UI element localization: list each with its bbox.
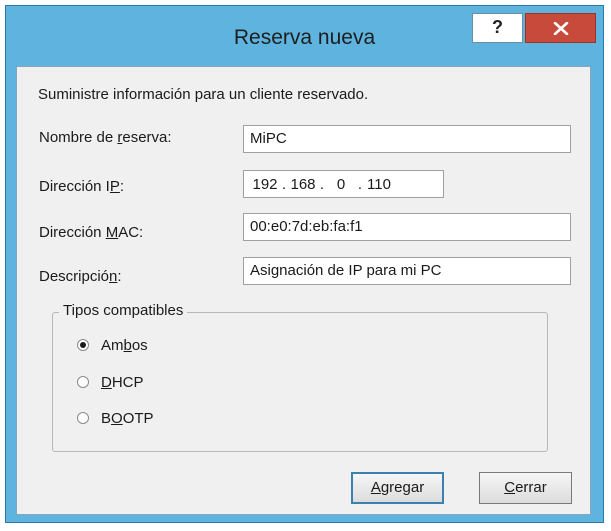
mac-label: Dirección MAC: [39,224,144,241]
dialog-client-area: Suministre información para un cliente r… [16,66,591,515]
help-icon: ? [492,17,503,37]
title-bar[interactable]: Reserva nueva ? [6,6,603,66]
radio-bootp[interactable]: BOOTP [77,407,154,429]
ip-octet-4[interactable]: 110 [366,176,392,193]
descripcion-label: Descripción: [39,268,122,285]
nombre-label: Nombre de reserva: [39,129,172,146]
ip-octet-1[interactable]: 192 [252,176,278,193]
radio-icon[interactable] [77,339,89,351]
help-button[interactable]: ? [472,13,523,43]
radio-bootp-label: BOOTP [101,409,154,427]
tipos-compatibles-group: Tipos compatibles Ambos DHCP BOOTP [52,302,548,452]
radio-ambos-label: Ambos [101,336,148,354]
mac-input[interactable]: 00:e0:7d:eb:fa:f1 [243,213,571,241]
ip-octet-3[interactable]: 0 [328,176,354,193]
descripcion-input[interactable]: Asignación de IP para mi PC [243,257,571,285]
ip-octet-2[interactable]: 168 [290,176,316,193]
ip-separator: . [281,175,287,193]
ip-address-input[interactable]: 192 . 168 . 0 . 110 [243,170,444,198]
instruction-text: Suministre información para un cliente r… [38,86,369,103]
group-legend: Tipos compatibles [59,302,188,319]
radio-ambos[interactable]: Ambos [77,334,148,356]
ip-label: Dirección IP: [39,178,125,195]
radio-icon[interactable] [77,376,89,388]
nombre-input[interactable]: MiPC [243,125,571,153]
close-button[interactable] [525,13,596,43]
ip-separator: . [319,175,325,193]
agregar-button[interactable]: Agregar [351,472,444,504]
radio-icon[interactable] [77,412,89,424]
close-icon [553,22,569,35]
radio-dhcp[interactable]: DHCP [77,371,144,393]
cerrar-button[interactable]: Cerrar [479,472,572,504]
radio-dhcp-label: DHCP [101,373,144,391]
dialog-window: Reserva nueva ? Suministre información p… [5,5,604,523]
ip-separator: . [357,175,363,193]
